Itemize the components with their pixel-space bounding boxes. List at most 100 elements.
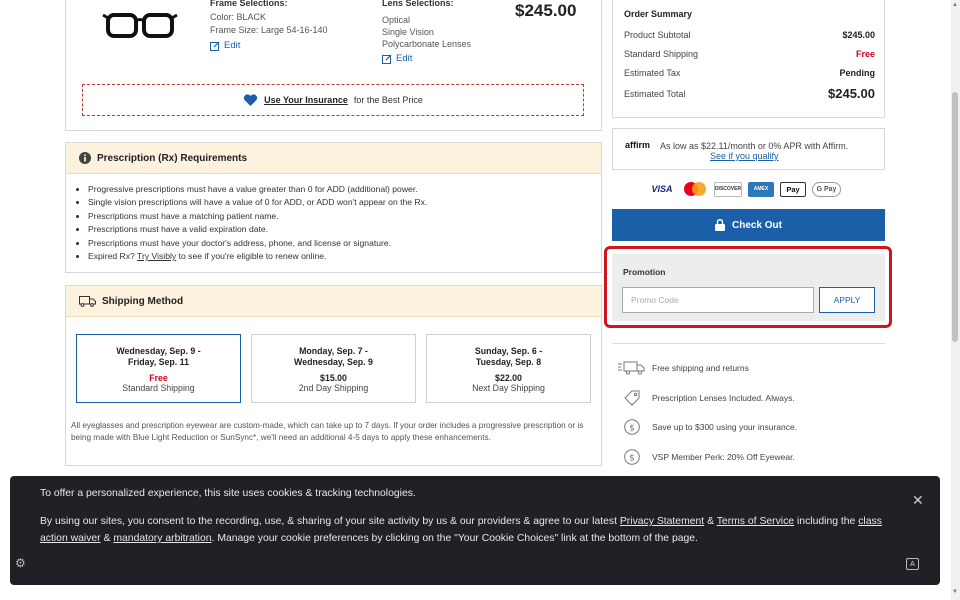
- rx-item: Single vision prescriptions will have a …: [88, 196, 601, 209]
- shipping-method-section: Shipping Method Wednesday, Sep. 9 - Frida…: [65, 285, 602, 466]
- cookie-banner: To offer a personalized experience, this…: [10, 476, 940, 585]
- scroll-down-arrow-icon[interactable]: ▼: [952, 589, 958, 595]
- edit-lens-link[interactable]: Edit: [382, 53, 412, 64]
- tag-icon: [624, 390, 640, 406]
- expired-suffix: to see if you're eligible to renew onlin…: [178, 251, 327, 262]
- rx-header: Prescription (Rx) Requirements: [66, 143, 601, 174]
- shipping-header: Shipping Method: [66, 286, 601, 317]
- ship-date-start: Monday, Sep. 7 -: [299, 346, 368, 356]
- ship-price: $22.00: [495, 373, 522, 383]
- scroll-up-arrow-icon[interactable]: ▲: [952, 2, 958, 8]
- ship-price: $15.00: [320, 373, 347, 383]
- google-pay-icon: G Pay: [812, 181, 841, 197]
- lens-line: Polycarbonate Lenses: [382, 39, 472, 49]
- expired-prefix: Expired Rx?: [88, 251, 135, 262]
- mandatory-arbitration-link[interactable]: mandatory arbitration: [113, 533, 211, 544]
- amex-icon: AMEX: [748, 181, 774, 197]
- ship-date: Wednesday, Sep. 9 - Friday, Sep. 11: [77, 346, 240, 367]
- rx-list: Progressive prescriptions must have a va…: [66, 174, 601, 263]
- scrollbar-thumb[interactable]: [952, 92, 958, 342]
- edit-icon: [382, 54, 392, 64]
- cookie-consent-text: By using our sites, you consent to the r…: [40, 513, 910, 547]
- info-icon: [79, 152, 91, 164]
- edit-icon: [210, 41, 220, 51]
- summary-label: Product Subtotal: [624, 30, 691, 40]
- ship-date-end: Wednesday, Sep. 9: [294, 356, 373, 367]
- product-price: $245.00: [515, 1, 577, 20]
- edit-frame-link[interactable]: Edit: [210, 40, 240, 51]
- discover-icon: DISCOVER: [714, 181, 742, 197]
- frame-color: Color: BLACK: [210, 12, 267, 22]
- summary-value: Free: [855, 49, 875, 59]
- rx-item: Prescriptions must have your doctor's ad…: [88, 237, 601, 250]
- rx-title: Prescription (Rx) Requirements: [97, 152, 248, 164]
- perk-text: VSP Member Perk: 20% Off Eyewear.: [652, 452, 795, 462]
- close-icon[interactable]: ✕: [912, 492, 924, 509]
- perk-item: Prescription Lenses Included. Always.: [612, 390, 795, 406]
- insurance-suffix: for the Best Price: [353, 95, 423, 105]
- shipping-option-standard[interactable]: Wednesday, Sep. 9 - Friday, Sep. 11 Free …: [76, 334, 241, 403]
- ship-date-start: Wednesday, Sep. 9 -: [116, 346, 201, 356]
- perk-item: Free shipping and returns: [612, 361, 749, 375]
- payment-methods: VISA DISCOVER AMEX Pay G Pay: [648, 181, 841, 197]
- affirm-box: affirm As low as $22.11/month or 0% APR …: [612, 128, 885, 170]
- summary-value: $245.00: [828, 86, 875, 101]
- truck-icon: [79, 295, 96, 307]
- lock-icon: [714, 219, 725, 231]
- shipping-title: Shipping Method: [102, 295, 184, 307]
- cookie-text-part: &: [103, 533, 111, 544]
- summary-value: $245.00: [842, 30, 875, 40]
- ship-date-start: Sunday, Sep. 6 -: [474, 346, 543, 356]
- use-insurance-link[interactable]: Use Your Insurance: [264, 95, 348, 105]
- cookie-text-part: By using our sites, you consent to the r…: [40, 516, 617, 527]
- promotion-label: Promotion: [623, 267, 666, 277]
- rx-requirements-section: Prescription (Rx) Requirements Progressi…: [65, 142, 602, 273]
- divider: [612, 343, 885, 344]
- summary-label: Estimated Total: [624, 88, 686, 99]
- shipping-option-next-day[interactable]: Sunday, Sep. 6 - Tuesday, Sep. 8 $22.00 N…: [426, 334, 591, 403]
- ship-date: Sunday, Sep. 6 - Tuesday, Sep. 8: [427, 346, 590, 367]
- ship-date: Monday, Sep. 7 - Wednesday, Sep. 9: [252, 346, 415, 367]
- summary-row-tax: Estimated Tax Pending: [624, 68, 875, 78]
- checkout-button[interactable]: Check Out: [612, 209, 885, 241]
- mastercard-icon: [684, 182, 706, 196]
- ship-type: 2nd Day Shipping: [298, 383, 369, 393]
- heart-icon: [244, 93, 258, 106]
- shipping-option-2nd-day[interactable]: Monday, Sep. 7 - Wednesday, Sep. 9 $15.00…: [251, 334, 416, 403]
- svg-text:$: $: [629, 424, 635, 434]
- rx-item: Progressive prescriptions must have a va…: [88, 183, 601, 196]
- dollar-icon: $: [624, 449, 640, 465]
- ship-date-end: Friday, Sep. 11: [128, 356, 189, 367]
- ship-price: Free: [149, 373, 168, 383]
- order-summary: Order Summary Product Subtotal $245.00 S…: [612, 0, 885, 118]
- edit-lens-label: Edit: [396, 53, 413, 64]
- try-visibly-link[interactable]: Try Visibly: [137, 251, 176, 261]
- insurance-banner: Use Your Insurance for the Best Price: [82, 84, 584, 116]
- gear-icon[interactable]: ⚙: [15, 556, 26, 570]
- cookie-text-part: &: [707, 516, 715, 527]
- frame-size: Frame Size: Large 54-16-140: [210, 25, 328, 35]
- translate-icon[interactable]: A: [906, 558, 919, 570]
- rx-item: Prescriptions must have a valid expirati…: [88, 223, 601, 236]
- visa-icon: VISA: [651, 184, 673, 194]
- affirm-logo: affirm: [625, 140, 651, 150]
- terms-of-service-link[interactable]: Terms of Service: [717, 516, 794, 527]
- lens-selections-title: Lens Selections:: [382, 0, 454, 8]
- shipping-note: All eyeglasses and prescription eyewear …: [71, 421, 584, 443]
- cookie-intro: To offer a personalized experience, this…: [40, 488, 416, 499]
- cookie-text-part: . Manage your cookie preferences by clic…: [211, 533, 698, 544]
- ship-type: Standard Shipping: [122, 383, 195, 393]
- summary-label: Estimated Tax: [624, 68, 681, 78]
- affirm-qualify-link[interactable]: See if you qualify: [710, 151, 779, 161]
- rx-item-expired: Expired Rx? Try Visibly to see if you're…: [88, 250, 601, 263]
- promo-code-input[interactable]: [622, 287, 814, 313]
- apple-pay-icon: Pay: [780, 181, 806, 197]
- summary-row-subtotal: Product Subtotal $245.00: [624, 30, 875, 40]
- edit-frame-label: Edit: [224, 40, 241, 51]
- perk-text: Prescription Lenses Included. Always.: [652, 393, 795, 403]
- ship-type: Next Day Shipping: [472, 383, 545, 393]
- rx-item: Prescriptions must have a matching patie…: [88, 210, 601, 223]
- summary-value: Pending: [839, 68, 876, 78]
- apply-promo-button[interactable]: APPLY: [819, 287, 875, 313]
- privacy-statement-link[interactable]: Privacy Statement: [620, 516, 704, 527]
